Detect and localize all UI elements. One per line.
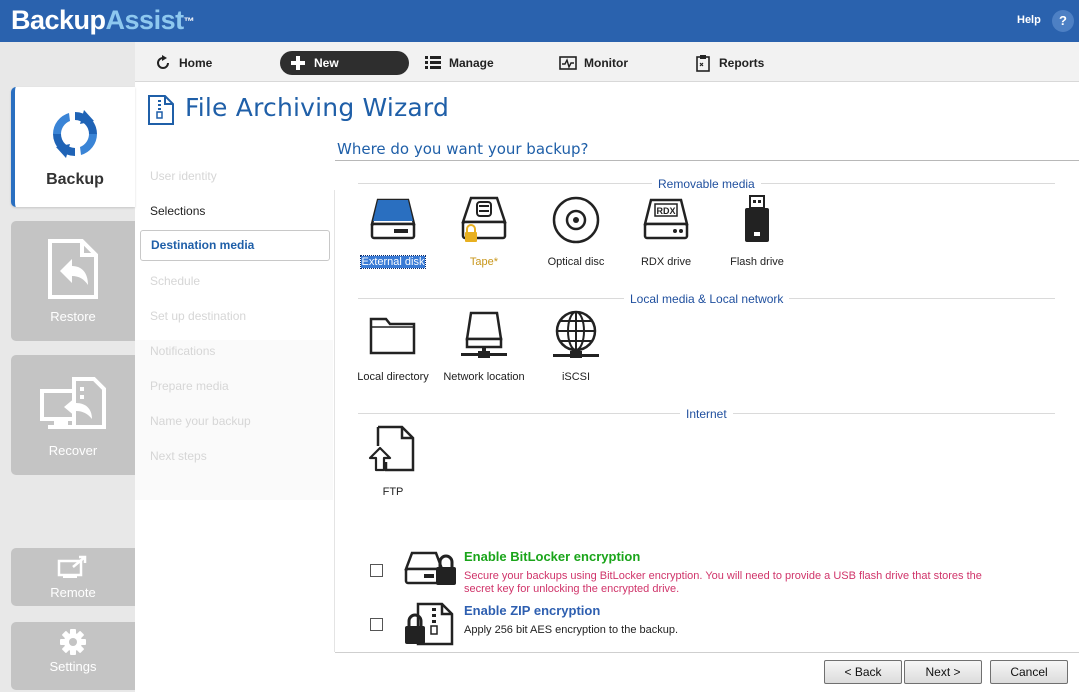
recover-monitor-icon [40,377,106,429]
nav-new[interactable]: New [280,51,409,75]
cancel-button[interactable]: Cancel [990,660,1068,684]
help-link[interactable]: Help [1017,14,1041,26]
nav-new-label: New [314,56,339,70]
media-tape[interactable]: Tape* [441,194,527,268]
rail-recover[interactable]: Recover [11,355,135,475]
archive-file-icon [148,95,174,125]
step-set-up-destination: Set up destination [150,309,247,323]
rdx-icon-text: RDX [656,206,675,216]
nav-home-label: Home [179,56,213,70]
rail-label-settings: Settings [49,659,97,674]
media-label-flash-drive: Flash drive [730,256,784,268]
nav-manage[interactable]: Manage [425,51,515,75]
media-ftp[interactable]: FTP [350,424,436,498]
footer-divider [335,652,1079,653]
nav-bar: Home New Manage Monitor Reports [135,42,1079,82]
rail-label-remote: Remote [50,585,96,600]
restore-file-icon [48,239,98,299]
rail-backup[interactable]: Backup [11,87,135,207]
bitlocker-drive-lock-icon [404,551,456,585]
rdx-drive-icon: RDX [643,198,689,240]
media-flash-drive[interactable]: Flash drive [714,194,800,268]
step-user-identity: User identity [150,169,217,183]
media-label-iscsi: iSCSI [561,371,591,383]
help-icon[interactable]: ? [1052,10,1074,32]
step-destination-media[interactable]: Destination media [140,230,330,261]
list-icon [425,56,441,69]
plus-icon [291,56,305,70]
gear-icon [60,629,86,655]
media-label-network-location: Network location [443,371,525,383]
media-label-optical-disc: Optical disc [547,256,605,268]
backup-sync-icon [53,110,97,158]
home-refresh-icon [157,55,169,69]
step-prepare-media: Prepare media [150,379,229,393]
tape-icon [461,196,507,242]
remote-icon [57,555,87,578]
optical-disc-icon [552,196,600,244]
media-label-external-disk: External disk [353,255,433,269]
wizard-steps: User identity Selections Destination med… [135,160,335,690]
rail-label-recover: Recover [48,443,98,458]
bitlocker-desc-line1: Secure your backups using BitLocker encr… [464,570,982,582]
brand-part-assist: Assist [105,5,185,35]
brand-trademark: ™ [183,16,195,28]
nav-monitor-label: Monitor [584,56,628,70]
rail-remote[interactable]: Remote [11,548,135,606]
nav-monitor[interactable]: Monitor [559,51,649,75]
next-button[interactable]: Next > [904,660,982,684]
media-label-tape: Tape* [469,256,499,268]
monitor-pulse-icon [559,56,577,70]
zip-encryption-checkbox[interactable] [370,618,383,631]
clipboard-icon [696,55,710,72]
external-disk-icon [370,198,416,240]
zip-lock-icon [405,602,454,646]
media-optical-disc[interactable]: Optical disc [533,194,619,268]
media-label-ftp: FTP [382,486,404,498]
question-divider [335,160,1079,161]
media-rdx-drive[interactable]: RDX RDX drive [623,194,709,268]
steps-divider [334,190,335,652]
rail-label-backup: Backup [46,171,104,188]
bitlocker-desc-line2: secret key for unlocking the encrypted d… [464,583,680,595]
bitlocker-description: Secure your backups using BitLocker encr… [464,570,982,596]
rail-settings[interactable]: Settings [11,622,135,690]
step-notifications: Notifications [150,344,216,358]
media-label-local-directory: Local directory [357,371,429,383]
folder-icon [369,317,416,355]
question-heading: Where do you want your backup? [337,140,589,158]
back-button[interactable]: < Back [824,660,902,684]
step-selections[interactable]: Selections [140,196,330,227]
brand-part-backup: Backup [11,5,106,35]
nav-reports-label: Reports [719,56,765,70]
media-iscsi[interactable]: iSCSI [533,309,619,383]
bitlocker-checkbox[interactable] [370,564,383,577]
media-label-rdx-drive: RDX drive [640,256,692,268]
rail-restore[interactable]: Restore [11,221,135,341]
flash-drive-icon [745,195,769,242]
step-schedule: Schedule [150,274,201,288]
zip-encryption-description: Apply 256 bit AES encryption to the back… [464,624,679,636]
zip-encryption-title[interactable]: Enable ZIP encryption [464,603,600,618]
nav-home[interactable]: Home [155,51,225,75]
ftp-upload-icon [368,425,415,472]
media-external-disk[interactable]: External disk [350,194,436,269]
top-bar: BackupAssist™ Help ? [0,0,1079,42]
step-next-steps: Next steps [150,449,207,463]
bitlocker-title[interactable]: Enable BitLocker encryption [464,549,640,564]
wizard-title: File Archiving Wizard [185,93,450,122]
group-title-internet: Internet [680,407,733,421]
media-network-location[interactable]: Network location [441,309,527,383]
group-title-local: Local media & Local network [624,292,790,306]
nav-manage-label: Manage [449,56,494,70]
brand-logo: BackupAssist™ [11,4,195,36]
media-label-external-disk-text: External disk [359,255,427,269]
step-name-your-backup: Name your backup [150,414,251,428]
rail-label-restore: Restore [50,309,96,324]
nav-reports[interactable]: Reports [695,51,785,75]
iscsi-globe-icon [553,310,599,358]
group-title-removable: Removable media [652,177,761,191]
network-location-icon [461,311,507,358]
media-local-directory[interactable]: Local directory [350,309,436,383]
